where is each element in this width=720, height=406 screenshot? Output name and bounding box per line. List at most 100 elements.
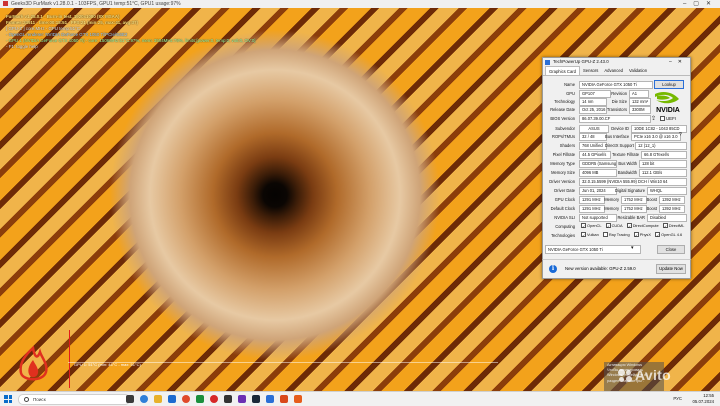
furmark-flame-logo [19, 346, 48, 381]
field-driver-date: Jun 01, 2024 [579, 187, 617, 195]
tab-graphics-card[interactable]: Graphics Card [545, 66, 580, 75]
search-icon [24, 397, 29, 402]
app-icon[interactable] [196, 395, 204, 403]
gpuz-tabs: Graphics Card Sensors Advanced Validatio… [543, 66, 690, 76]
furmark-stats-overlay: FurMark v1.28.0.1 - Burn-in test, 1920x1… [6, 14, 256, 50]
store-icon[interactable] [168, 395, 176, 403]
label-memory-type: Memory Type [550, 161, 575, 166]
info-icon: i [549, 265, 557, 273]
label-default-clock: Default Clock [550, 206, 575, 211]
taskbar: Поиск РУС 12:55 05.07.2024 [0, 391, 720, 406]
label-default-boost: Boost [646, 206, 657, 211]
label-driver-date: Driver Date [554, 188, 575, 193]
computing-checkboxes: ✓ OpenCL ✓ CUDA ✓ DirectCompute ✓ DirectML [581, 223, 687, 230]
field-directx-support: 12 (12_1) [635, 142, 687, 150]
chevron-down-icon[interactable]: ▾ [631, 245, 634, 251]
task-view-icon[interactable] [126, 395, 134, 403]
tab-validation[interactable]: Validation [626, 66, 650, 75]
uefi-checkbox: UEFI [660, 116, 677, 122]
tab-sensors[interactable]: Sensors [580, 66, 601, 75]
field-subvendor: ASUS [579, 125, 609, 133]
label-gpu-clock: GPU Clock [554, 197, 575, 202]
close-button[interactable]: Close [657, 245, 685, 254]
field-revision: A1 [629, 90, 649, 98]
checkbox-cuda: ✓ CUDA [605, 223, 623, 230]
field-shaders: 768 Unified [579, 142, 607, 150]
label-device-id: Device ID [611, 126, 629, 131]
file-explorer-icon[interactable] [154, 395, 162, 403]
field-boost-clock: 1392 MHz [659, 196, 685, 204]
update-message: New version available: GPU-Z 2.59.0 [565, 266, 636, 271]
gpuz-app-icon [545, 60, 550, 65]
field-gpu: GP107 [579, 90, 611, 98]
label-die-size: Die Size [611, 99, 627, 104]
search-placeholder: Поиск [33, 397, 46, 402]
help-icon[interactable]: ? [679, 132, 682, 138]
browser-icon[interactable] [182, 395, 190, 403]
gpuz-taskbar-icon[interactable] [266, 395, 274, 403]
label-pixel-fillrate: Pixel Fillrate [552, 152, 575, 157]
field-die-size: 132 mm² [629, 98, 651, 106]
field-technology: 14 nm [579, 98, 607, 106]
field-bandwidth: 112.1 GB/s [639, 169, 687, 177]
label-digital-signature: Digital Signature [615, 188, 646, 193]
overlay-line: - F1: toggle help [6, 44, 38, 49]
update-now-button[interactable]: Update Now [656, 264, 686, 274]
app-icon[interactable] [238, 395, 246, 403]
system-tray[interactable]: РУС 12:55 05.07.2024 [673, 393, 714, 405]
uefi-label: UEFI [666, 116, 677, 121]
field-driver-version: 32.0.15.5599 (NVIDIA 555.99) DCH / Win10… [579, 178, 687, 186]
label-bus-width: Bus Width [618, 161, 637, 166]
clock-date[interactable]: 05.07.2024 [692, 399, 714, 405]
app-icon[interactable] [294, 395, 302, 403]
terminal-icon[interactable] [224, 395, 232, 403]
checkbox-physx: ✓ PhysX [633, 232, 651, 239]
field-default-boost: 1392 MHz [659, 205, 685, 213]
share-icon[interactable]: ⇪ [651, 115, 656, 122]
label-rops-tmus: ROPs/TMUs [552, 134, 575, 139]
furmark-taskbar-icon[interactable] [280, 395, 288, 403]
temperature-graph: GPU 1: 51°C (min: 46°C - max: 51°C) [68, 362, 498, 387]
steam-icon[interactable] [252, 395, 260, 403]
gpuz-title-bar[interactable]: TechPowerUp GPU-Z 2.43.0 –✕ [543, 58, 690, 66]
checkbox-ray-tracing: Ray Tracing [602, 232, 630, 238]
avito-watermark: Avito [618, 367, 671, 383]
label-release-date: Release Date [550, 107, 575, 112]
field-nvidia-sli: Not supported [579, 214, 617, 222]
gpuz-title: TechPowerUp GPU-Z 2.43.0 [553, 59, 609, 64]
checkbox-directcompute: ✓ DirectCompute [626, 223, 659, 230]
field-rops-tmus: 32 / 48 [579, 133, 607, 141]
label-gpu: GPU [566, 91, 575, 96]
field-memory-type: GDDR5 (Samsung) [579, 160, 617, 168]
gpuz-window[interactable]: TechPowerUp GPU-Z 2.43.0 –✕ Graphics Car… [542, 57, 691, 279]
taskbar-search[interactable]: Поиск [18, 394, 130, 405]
lookup-button[interactable]: Lookup [654, 80, 684, 89]
checkbox-opengl: ✓ OpenGL 4.6 [655, 232, 683, 239]
field-name: NVIDIA GeForce GTX 1050 Ti [579, 81, 653, 89]
language-indicator[interactable]: РУС [673, 396, 682, 402]
field-memory-clock: 1752 MHz [621, 196, 647, 204]
gpu-select[interactable]: NVIDIA GeForce GTX 1050 Ti [545, 245, 641, 254]
label-boost: Boost [646, 197, 657, 202]
avito-logo-icon [618, 369, 633, 382]
field-bios-version: 86.07.39.00.CF [579, 115, 651, 123]
field-digital-signature: WHQL [647, 187, 687, 195]
field-transistors: 3300M [629, 106, 651, 114]
label-memory-size: Memory Size [551, 170, 575, 175]
nvidia-logo: NVIDIA [655, 91, 680, 114]
label-shaders: Shaders [559, 143, 575, 148]
label-directx-support: DirectX Support [605, 143, 634, 148]
furmark-window-title: Geeks3D FurMark v1.28.0.1 - 103FPS, GPU1… [11, 1, 181, 7]
label-revision: Revision [611, 91, 627, 96]
window-controls[interactable]: –▢✕ [683, 0, 718, 8]
checkbox-vulkan: ✓ Vulkan [581, 232, 599, 239]
edge-icon[interactable] [140, 395, 148, 403]
gpuz-window-controls[interactable]: –✕ [669, 58, 688, 66]
field-pixel-fillrate: 44.5 GPixel/s [579, 151, 611, 159]
windows-start-icon[interactable] [4, 395, 12, 403]
label-texture-fillrate: Texture Fillrate [612, 152, 639, 157]
opera-icon[interactable] [210, 395, 218, 403]
tab-advanced[interactable]: Advanced [601, 66, 626, 75]
furmark-title-bar[interactable]: Geeks3D FurMark v1.28.0.1 - 103FPS, GPU1… [0, 0, 720, 8]
label-bios-version: BIOS Version [550, 116, 575, 121]
